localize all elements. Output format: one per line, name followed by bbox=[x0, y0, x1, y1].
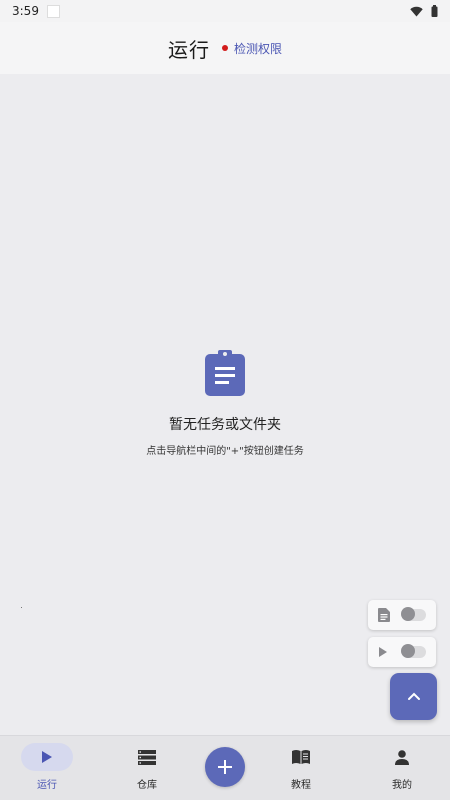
page-title: 运行 bbox=[167, 37, 210, 62]
log-toggle-switch[interactable] bbox=[401, 607, 426, 621]
empty-state: 暂无任务或文件夹 点击导航栏中间的"+"按钮创建任务 bbox=[0, 350, 450, 457]
run-toggle-switch[interactable] bbox=[401, 644, 426, 658]
nav-item-tutorial[interactable]: 教程 bbox=[256, 736, 346, 800]
plus-icon bbox=[218, 760, 232, 774]
empty-subtitle: 点击导航栏中间的"+"按钮创建任务 bbox=[146, 446, 304, 457]
toggle-knob bbox=[401, 644, 415, 658]
clipboard-icon bbox=[205, 350, 245, 396]
add-task-button[interactable] bbox=[205, 747, 245, 787]
battery-icon bbox=[431, 5, 438, 17]
empty-title: 暂无任务或文件夹 bbox=[169, 417, 281, 433]
toggle-knob bbox=[401, 607, 415, 621]
nav-item-mine[interactable]: 我的 bbox=[357, 736, 447, 800]
chevron-up-icon bbox=[407, 692, 420, 700]
nav-item-run[interactable]: 运行 bbox=[2, 736, 92, 800]
nav-icon-indicator bbox=[21, 743, 73, 771]
storage-icon bbox=[138, 749, 156, 765]
person-icon bbox=[395, 749, 409, 765]
nav-icon-indicator bbox=[275, 743, 327, 771]
status-time: 3:59 bbox=[12, 4, 39, 18]
run-toggle-panel[interactable] bbox=[368, 637, 436, 667]
nav-item-repository[interactable]: 仓库 bbox=[102, 736, 192, 800]
log-toggle-panel[interactable] bbox=[368, 600, 436, 630]
nav-label-repository: 仓库 bbox=[137, 780, 157, 791]
nav-label-run: 运行 bbox=[37, 780, 57, 791]
nav-label-tutorial: 教程 bbox=[291, 780, 311, 791]
book-icon bbox=[292, 750, 310, 764]
notification-icon bbox=[46, 4, 60, 18]
nav-label-mine: 我的 bbox=[392, 780, 412, 791]
status-bar: 3:59 bbox=[0, 0, 450, 22]
scroll-top-button[interactable] bbox=[390, 673, 437, 720]
check-permission-link[interactable]: 检测权限 bbox=[234, 40, 282, 57]
play-small-icon bbox=[379, 647, 387, 657]
nav-icon-indicator bbox=[121, 743, 173, 771]
document-icon bbox=[378, 608, 390, 622]
wifi-icon bbox=[410, 6, 423, 16]
nav-icon-indicator bbox=[376, 743, 428, 771]
permission-status-dot bbox=[221, 45, 228, 51]
status-right bbox=[410, 5, 438, 17]
stray-dot bbox=[21, 607, 22, 608]
status-left: 3:59 bbox=[12, 4, 60, 18]
app-header: 运行 检测权限 bbox=[0, 22, 450, 74]
play-icon bbox=[42, 751, 52, 763]
